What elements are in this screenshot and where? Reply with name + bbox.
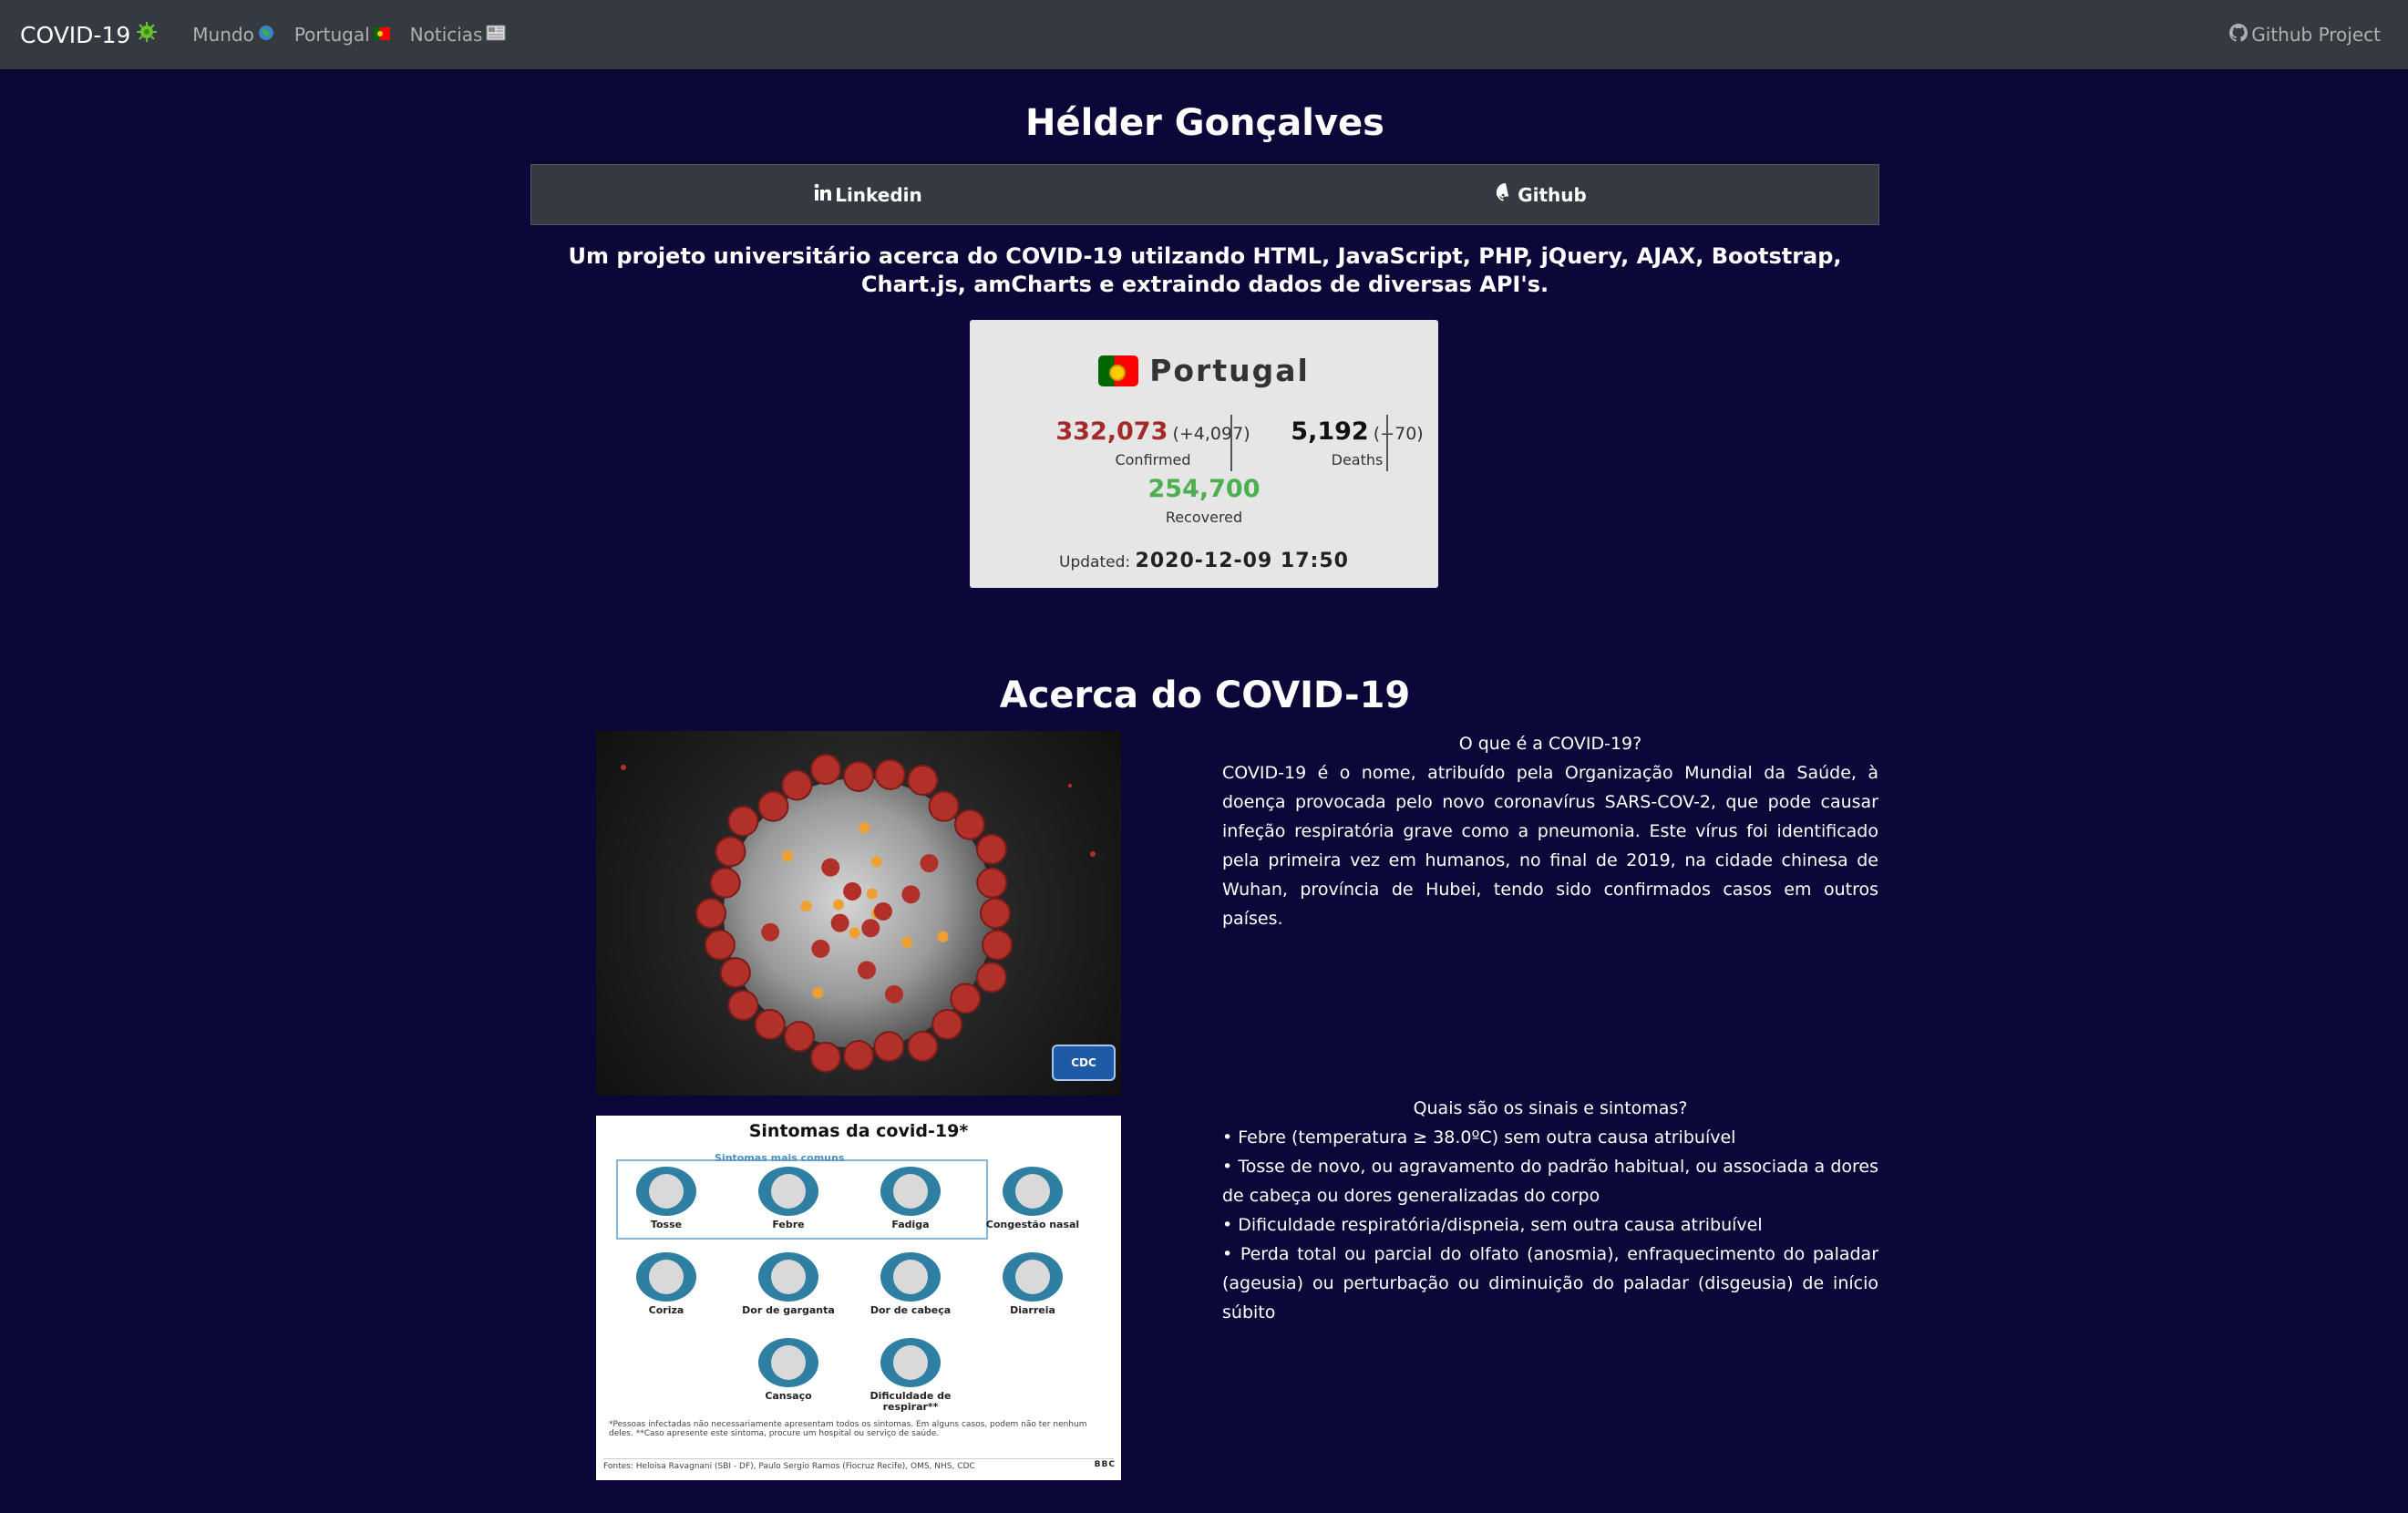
what-is-covid-section: O que é a COVID-19? COVID-19 é o nome, a…: [1222, 729, 1878, 933]
github-icon: [1495, 183, 1518, 206]
symptom-item: • Febre (temperatura ≥ 38.0ºC) sem outra…: [1222, 1127, 1736, 1148]
nav-mundo[interactable]: Mundo: [192, 24, 274, 46]
symptom-coryza: Coriza: [616, 1252, 716, 1316]
symptom-fever: Febre: [738, 1167, 839, 1230]
infographic-subtitle: Sintomas mais comuns: [715, 1152, 845, 1164]
divider: [1230, 415, 1232, 471]
divider: [1386, 415, 1388, 471]
cdc-logo: CDC: [1052, 1045, 1116, 1081]
newspaper-icon: [486, 25, 506, 46]
answer-what-is: COVID-19 é o nome, atribuído pela Organi…: [1222, 763, 1878, 929]
symptom-fatigue: Fadiga: [860, 1167, 961, 1230]
symptom-item: • Tosse de novo, ou agravamento do padrã…: [1222, 1157, 1878, 1206]
github-link[interactable]: Github: [1205, 165, 1878, 224]
nose-icon: [1003, 1167, 1063, 1216]
recovered-count: 254,700: [1147, 475, 1261, 503]
symptom-label: Congestão nasal: [985, 1219, 1080, 1230]
symptom-headache: Dor de cabeça: [860, 1252, 961, 1316]
deaths-delta: (+70): [1373, 424, 1424, 444]
nav-portugal[interactable]: Portugal: [294, 24, 390, 46]
linkedin-icon: [814, 183, 835, 206]
nav-mundo-label: Mundo: [192, 24, 254, 46]
updated-timestamp: Updated: 2020-12-09 17:50: [970, 550, 1438, 572]
infographic-source: Fontes: Heloisa Ravagnani (SBI - DF), Pa…: [603, 1458, 1114, 1471]
throat-icon: [758, 1252, 818, 1302]
brand-link[interactable]: COVID-19: [20, 21, 158, 48]
recovered-stat: 254,700 Recovered: [970, 475, 1438, 526]
symptom-item: • Dificuldade respiratória/dispneia, sem…: [1222, 1215, 1763, 1235]
question-what-is: O que é a COVID-19?: [1458, 734, 1642, 754]
linkedin-link[interactable]: Linkedin: [531, 165, 1205, 224]
portugal-flag-icon: [1098, 355, 1139, 386]
virus-icon: [136, 21, 158, 48]
runny-nose-icon: [636, 1252, 696, 1302]
toilet-icon: [1003, 1252, 1063, 1302]
nav-noticias-label: Noticias: [409, 24, 483, 46]
infographic-note: *Pessoas infectadas não necessariamente …: [609, 1420, 1087, 1438]
question-symptoms: Quais são os sinais e sintomas?: [1413, 1098, 1688, 1118]
card-title: Portugal: [970, 353, 1438, 388]
headache-icon: [880, 1252, 941, 1302]
symptom-label: Febre: [772, 1219, 805, 1230]
symptom-tiredness: Cansaço: [738, 1338, 839, 1402]
symptoms-infographic: Sintomas da covid-19* Sintomas mais comu…: [596, 1116, 1121, 1480]
updated-label: Updated:: [1059, 553, 1131, 571]
nav-portugal-label: Portugal: [293, 24, 370, 46]
deaths-count: 5,192: [1291, 417, 1369, 446]
nav-noticias[interactable]: Noticias: [410, 24, 507, 46]
about-title: Acerca do COVID-19: [999, 674, 1411, 716]
tired-icon: [758, 1338, 818, 1387]
symptom-sore-throat: Dor de garganta: [738, 1252, 839, 1316]
recovered-label: Recovered: [1165, 509, 1243, 526]
coronavirus-image: CDC: [596, 731, 1121, 1096]
github-project-label: Github Project: [2251, 24, 2381, 46]
symptom-breathing: Dificuldade de respirar**: [860, 1338, 961, 1413]
symptom-cough: Tosse: [616, 1167, 716, 1230]
portugal-stats-card: Portugal 332,073 (+4,097) Confirmed 5,19…: [970, 320, 1438, 588]
symptom-label: Fadiga: [891, 1219, 930, 1230]
lungs-icon: [880, 1338, 941, 1387]
country-name: Portugal: [1149, 353, 1310, 388]
project-intro: Um projeto universitário acerca do COVID…: [568, 243, 1842, 297]
deaths-label: Deaths: [1331, 451, 1384, 468]
github-label: Github: [1518, 183, 1587, 206]
symptom-label: Dor de cabeça: [870, 1304, 952, 1316]
navbar: COVID-19 Mundo Portugal Noticias Github …: [0, 0, 2408, 69]
symptom-label: Coriza: [648, 1304, 684, 1316]
portugal-flag-icon: [373, 26, 390, 45]
symptom-label: Dor de garganta: [742, 1304, 835, 1316]
symptom-label: Cansaço: [765, 1390, 812, 1402]
deaths-stat: 5,192 (+70) Deaths: [1234, 417, 1480, 468]
brand-label: COVID-19: [20, 21, 131, 48]
symptom-label: Dificuldade de respirar**: [870, 1390, 952, 1413]
symptom-diarrhea: Diarreia: [983, 1252, 1083, 1316]
symptom-label: Diarreia: [1010, 1304, 1055, 1316]
symptom-item: • Perda total ou parcial do olfato (anos…: [1222, 1244, 1878, 1323]
linkedin-label: Linkedin: [835, 183, 922, 206]
symptoms-section: Quais são os sinais e sintomas? • Febre …: [1222, 1094, 1878, 1327]
thermometer-icon: [758, 1167, 818, 1216]
bbc-logo: BBC: [1094, 1460, 1116, 1469]
globe-icon: [258, 25, 274, 46]
confirmed-count: 332,073: [1055, 417, 1168, 446]
author-name: Hélder Gonçalves: [1025, 102, 1384, 144]
symptom-congestion: Congestão nasal: [983, 1167, 1083, 1230]
social-links-bar: Linkedin Github: [530, 164, 1879, 225]
fatigue-icon: [880, 1167, 941, 1216]
github-project-link[interactable]: Github Project: [2229, 23, 2381, 46]
updated-value: 2020-12-09 17:50: [1135, 550, 1349, 572]
github-icon: [2229, 23, 2251, 46]
symptom-label: Tosse: [650, 1219, 683, 1230]
infographic-title: Sintomas da covid-19*: [748, 1121, 969, 1141]
cough-icon: [636, 1167, 696, 1216]
